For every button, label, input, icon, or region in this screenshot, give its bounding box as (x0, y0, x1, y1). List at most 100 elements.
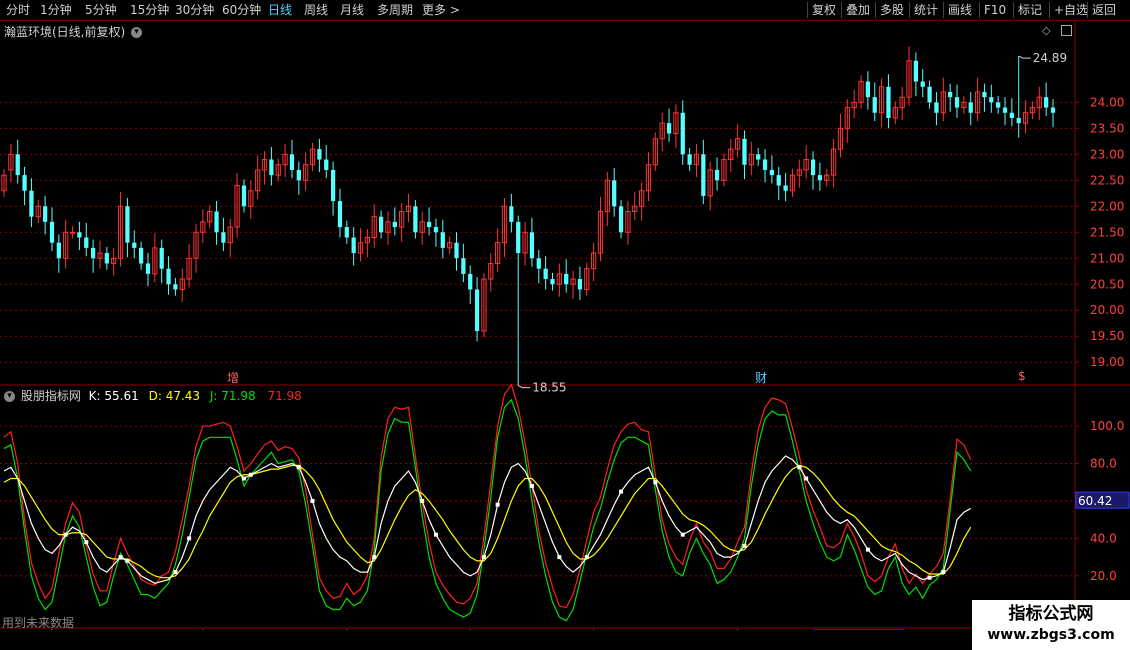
tool-button-0[interactable]: 复权 (812, 1, 836, 19)
tool-button-4[interactable]: 画线 (948, 1, 972, 19)
candle-body-down (564, 273, 569, 285)
k-cross-marker (927, 575, 932, 580)
period-tab-5[interactable]: 60分钟 (222, 1, 261, 19)
tool-button-1[interactable]: 叠加 (846, 1, 870, 19)
toolbar-separator (841, 2, 842, 18)
marker-zeng[interactable]: 增 (227, 369, 239, 386)
tool-button-7[interactable]: +自选 (1054, 1, 1088, 19)
k-value-label: K: 55.61 (88, 389, 139, 403)
period-tab-3[interactable]: 15分钟 (130, 1, 169, 19)
watermark-url: www.zbgs3.com (987, 627, 1115, 643)
candle-body-down (714, 169, 720, 181)
window-toggle-icon[interactable] (1061, 25, 1072, 36)
k-cross-marker (941, 570, 946, 575)
k-cross-marker (173, 570, 178, 575)
tool-button-6[interactable]: 标记 (1018, 1, 1042, 19)
k-cross-marker (372, 555, 377, 560)
toolbar-separator (1087, 2, 1088, 18)
indicator-name: 股朋指标网 (20, 389, 81, 403)
candle-body-down (996, 102, 1001, 108)
chevron-down-icon[interactable]: ▾ (4, 391, 15, 402)
candle-body-down (872, 97, 877, 113)
candle-body-down (344, 227, 349, 238)
k-cross-marker (118, 555, 123, 560)
candle-body-down (1050, 107, 1056, 113)
candle-body-down (56, 242, 61, 259)
k-cross-marker (653, 480, 658, 485)
candle-body-down (15, 154, 20, 176)
candle-body-down (378, 216, 384, 233)
period-tab-8[interactable]: 月线 (340, 1, 364, 19)
candle-body-down (221, 232, 226, 243)
candle-body-down (577, 279, 583, 290)
j-value-label: J: 71.98 (209, 389, 256, 403)
current-value-label: 60.42 (1078, 494, 1112, 508)
period-tab-10[interactable]: 更多 > (422, 1, 460, 19)
period-tab-9[interactable]: 多周期 (377, 1, 413, 19)
chart-area: 19.00 19.50 20.00 20.50 21.00 21.50 22.00 22.50… (0, 20, 1130, 630)
price-tick-label: 23.00 (1090, 147, 1124, 161)
candle-body-down (426, 221, 432, 228)
indicator-title-row: ▾ 股朋指标网 K: 55.61 D: 47.43 J: 71.98 71.98 (4, 387, 302, 404)
period-tab-0[interactable]: 分时 (6, 1, 30, 19)
candle-body-down (84, 237, 89, 248)
price-tick-label: 19.50 (1090, 329, 1124, 343)
candle-body-down (296, 169, 301, 181)
candle-body-down (1002, 107, 1008, 113)
period-tab-4[interactable]: 30分钟 (175, 1, 214, 19)
main-chart-title: 瀚蓝环境(日线,前复权) (4, 25, 126, 39)
candle-body-down (214, 211, 219, 233)
candle-body-down (612, 180, 617, 207)
k-cross-marker (420, 498, 425, 503)
k-cross-marker (865, 547, 870, 552)
indicator-tick-label: 80.0 (1090, 457, 1117, 471)
candle-body-down (392, 221, 397, 228)
toolbar-separator (807, 2, 808, 18)
candle-body-down (742, 138, 747, 165)
candle-body-down (529, 232, 535, 259)
candle-body-down (934, 102, 939, 113)
toolbar-separator (909, 2, 910, 18)
k-cross-marker (187, 536, 192, 541)
k-cross-marker (804, 476, 809, 481)
candle-body-down (516, 221, 521, 254)
candle-body-down (454, 242, 459, 259)
period-tab-2[interactable]: 5分钟 (85, 1, 117, 19)
watermark-logo: 指标公式网 www.zbgs3.com (972, 600, 1130, 650)
candle-body-down (138, 247, 144, 264)
chevron-down-icon[interactable]: ▾ (131, 27, 143, 38)
candle-body-down (810, 159, 816, 176)
tool-button-8[interactable]: 返回 (1092, 1, 1116, 19)
k-cross-marker (797, 465, 802, 470)
candle-body-down (982, 91, 987, 98)
tool-button-2[interactable]: 多股 (880, 1, 904, 19)
candle-body-down (474, 289, 480, 332)
diamond-icon[interactable]: ◇ (1042, 24, 1050, 37)
candle-body-down (22, 175, 27, 191)
price-tick-label: 19.00 (1090, 355, 1124, 369)
price-annotation-label: 18.55 (532, 381, 566, 395)
tool-button-3[interactable]: 统计 (914, 1, 938, 19)
candle-body-down (536, 258, 541, 269)
marker-cai[interactable]: 财 (755, 369, 767, 386)
marker-dollar[interactable]: $ (1018, 369, 1026, 383)
toolbar-separator (875, 2, 876, 18)
tool-button-5[interactable]: F10 (984, 1, 1006, 19)
price-tick-label: 20.50 (1090, 277, 1124, 291)
price-tick-label: 22.00 (1090, 199, 1124, 213)
period-tab-7[interactable]: 周线 (304, 1, 328, 19)
candle-body-down (351, 237, 356, 254)
k-cross-marker (310, 498, 315, 503)
candle-body-down (125, 206, 130, 243)
d-value-label: D: 47.43 (148, 389, 201, 403)
future-data-note: 用到未来数据 (2, 616, 75, 630)
period-tab-1[interactable]: 1分钟 (40, 1, 72, 19)
indicator-axis: 20.040.060.080.0100.060.42 (1075, 419, 1130, 583)
price-annotation-label: 24.89 (1033, 51, 1067, 65)
period-tab-6[interactable]: 日线 (268, 1, 292, 19)
indicator-tick-label: 100.0 (1090, 419, 1124, 433)
candle-body-down (550, 279, 555, 285)
candlestick-series (1, 46, 1056, 386)
indicator-grid (0, 425, 1073, 577)
main-chart-title-row: 瀚蓝环境(日线,前复权) ▾ (4, 23, 143, 40)
